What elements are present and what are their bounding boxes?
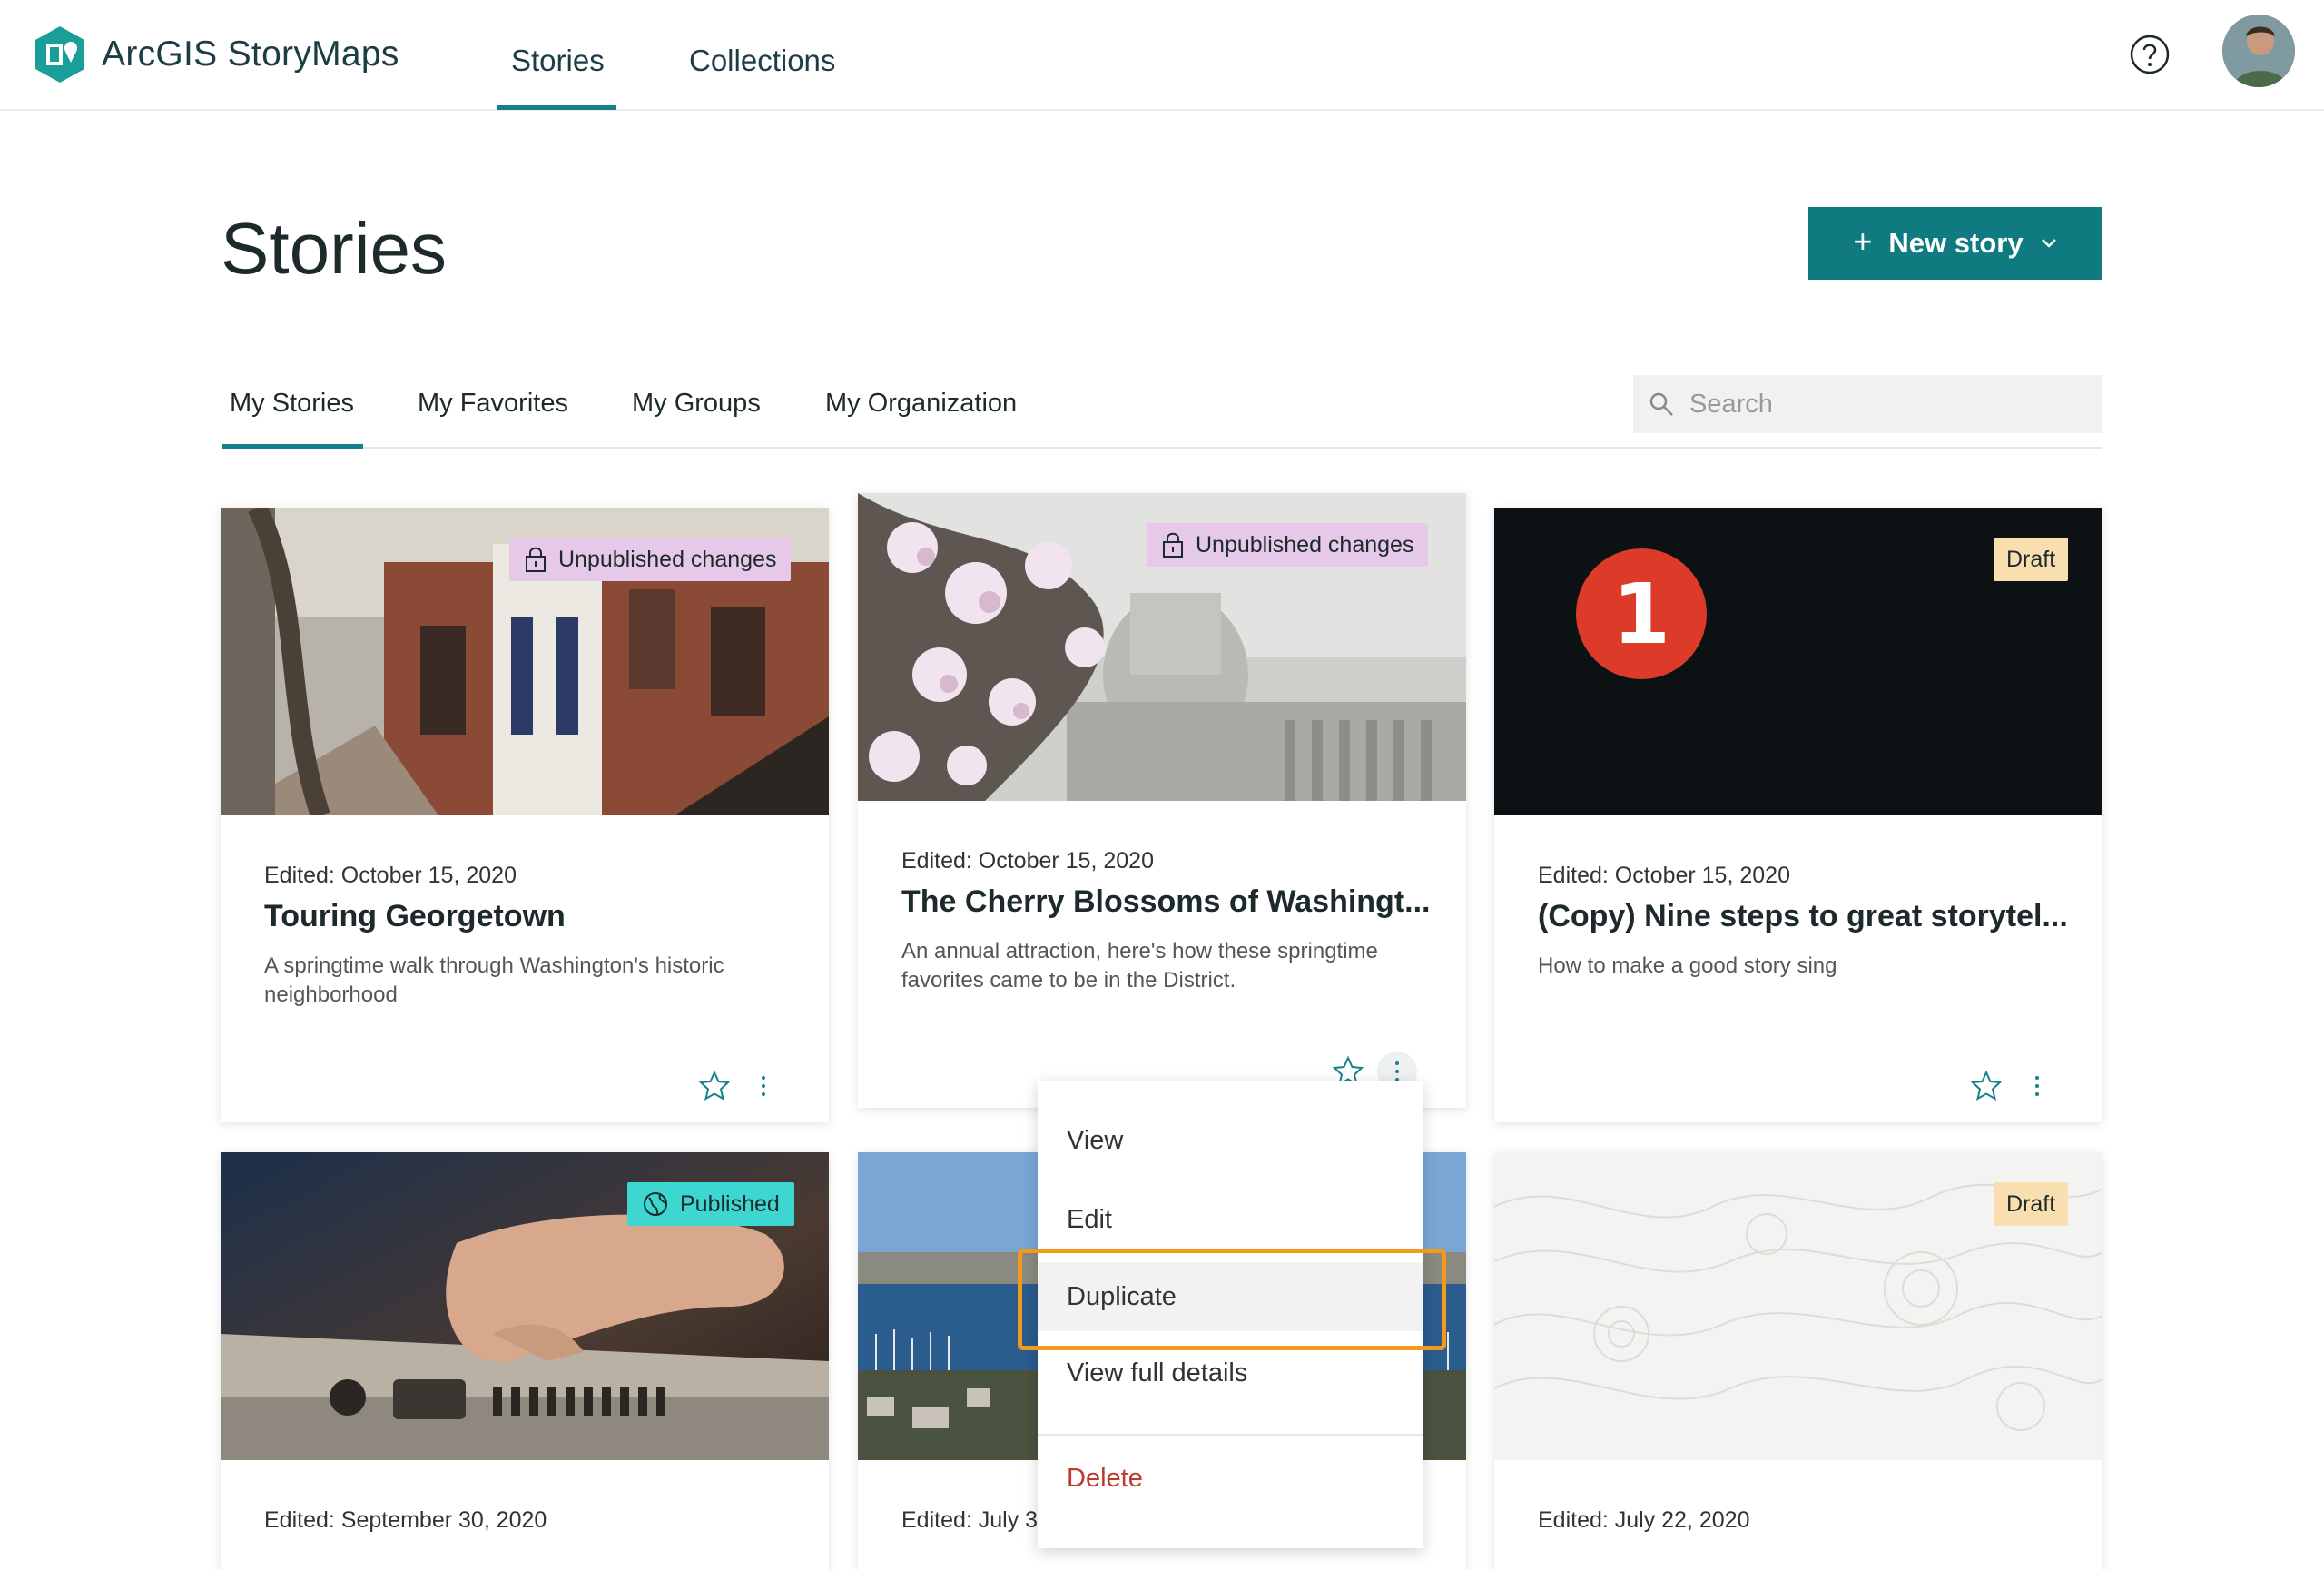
card-edited-date: Edited: July 22, 2020: [1538, 1507, 1750, 1533]
story-card[interactable]: Draft Edited: July 22, 2020: [1494, 1152, 2102, 1570]
card-edited-date: Edited: September 30, 2020: [264, 1507, 547, 1533]
unpublished-badge: Unpublished changes: [1147, 523, 1429, 567]
card-description: A springtime walk through Washington's h…: [264, 953, 724, 1007]
storymaps-logo-icon[interactable]: [33, 25, 87, 84]
menu-item-edit[interactable]: Edit: [1038, 1185, 1423, 1254]
card-title[interactable]: (Copy) Nine steps to great storytel...: [1538, 899, 2068, 934]
card-thumbnail[interactable]: 1 Draft: [1494, 508, 2102, 815]
draft-badge: Draft: [1994, 538, 2069, 581]
card-edited-date: Edited: July 3: [901, 1507, 1039, 1533]
more-options-button[interactable]: [747, 1068, 780, 1104]
active-tab-indicator: [222, 444, 363, 449]
badge-label: Unpublished changes: [558, 546, 777, 572]
nav-tab-stories[interactable]: Stories: [511, 44, 605, 78]
tabs-divider: [221, 447, 2102, 449]
card-edited-date: Edited: October 15, 2020: [1538, 863, 1790, 888]
card-thumbnail[interactable]: Unpublished changes: [858, 493, 1466, 801]
favorite-star-icon[interactable]: [1970, 1070, 2003, 1102]
search-input[interactable]: [1689, 389, 2071, 420]
lock-icon: [526, 547, 546, 572]
nav-tab-collections[interactable]: Collections: [689, 44, 835, 78]
story-card[interactable]: 1 Draft Edited: October 15, 2020 (Copy) …: [1494, 508, 2102, 1122]
search-box[interactable]: [1633, 375, 2102, 433]
new-story-button[interactable]: + New story: [1808, 207, 2102, 280]
menu-item-view[interactable]: View: [1038, 1106, 1423, 1175]
published-badge: Published: [627, 1182, 794, 1226]
unpublished-badge: Unpublished changes: [509, 538, 792, 581]
badge-label: Draft: [2006, 1190, 2056, 1217]
globe-icon: [644, 1192, 667, 1216]
card-thumbnail[interactable]: Draft: [1494, 1152, 2102, 1460]
card-title[interactable]: The Cherry Blossoms of Washingt...: [901, 884, 1430, 920]
badge-label: Draft: [2006, 546, 2056, 572]
menu-item-delete[interactable]: Delete: [1038, 1444, 1423, 1513]
chevron-down-icon: [2041, 239, 2056, 248]
plus-icon: +: [1853, 222, 1873, 260]
card-thumbnail[interactable]: Published: [221, 1152, 829, 1460]
tab-my-stories[interactable]: My Stories: [230, 389, 354, 419]
card-edited-date: Edited: October 15, 2020: [264, 863, 517, 888]
badge-label: Unpublished changes: [1196, 531, 1414, 558]
card-title[interactable]: Touring Georgetown: [264, 899, 566, 934]
new-story-label: New story: [1888, 227, 2024, 259]
tab-my-groups[interactable]: My Groups: [632, 389, 761, 419]
user-avatar[interactable]: [2222, 15, 2295, 87]
favorite-star-icon[interactable]: [698, 1070, 731, 1102]
tab-my-organization[interactable]: My Organization: [825, 389, 1017, 419]
menu-divider: [1038, 1434, 1423, 1436]
badge-label: Published: [680, 1190, 780, 1217]
lock-icon: [1163, 532, 1183, 558]
top-bar: ArcGIS StoryMaps Stories Collections: [0, 0, 2324, 111]
story-card[interactable]: Unpublished changes Edited: October 15, …: [858, 493, 1466, 1108]
tab-my-favorites[interactable]: My Favorites: [418, 389, 568, 419]
nav-active-indicator: [497, 105, 616, 110]
help-icon[interactable]: [2129, 34, 2171, 75]
more-options-button[interactable]: [2021, 1068, 2053, 1104]
step-number-circle: 1: [1576, 548, 1707, 679]
card-edited-date: Edited: October 15, 2020: [901, 848, 1154, 874]
draft-badge: Draft: [1994, 1182, 2069, 1226]
app-title[interactable]: ArcGIS StoryMaps: [102, 35, 399, 74]
card-description: How to make a good story sing: [1538, 953, 1837, 978]
duplicate-highlight-annotation: [1018, 1249, 1446, 1350]
story-card[interactable]: Published Edited: September 30, 2020: [221, 1152, 829, 1570]
search-icon: [1649, 392, 1673, 416]
story-card[interactable]: Unpublished changes Edited: October 15, …: [221, 508, 829, 1122]
card-thumbnail[interactable]: Unpublished changes: [221, 508, 829, 815]
page-title: Stories: [221, 208, 447, 289]
card-description: An annual attraction, here's how these s…: [901, 939, 1378, 992]
